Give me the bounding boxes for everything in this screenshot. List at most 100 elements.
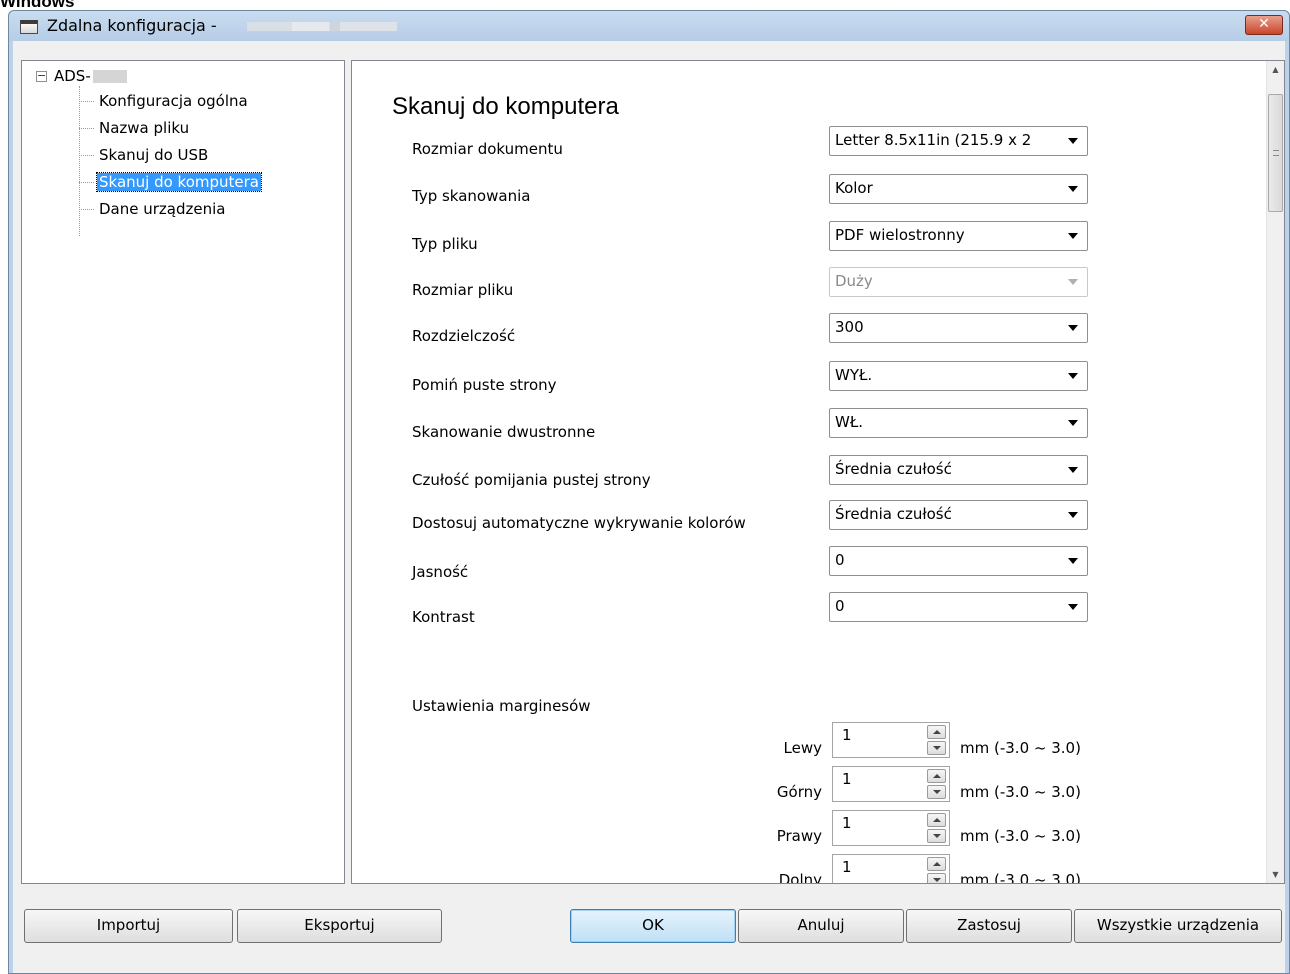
- dropdown-arrow-icon: [1068, 512, 1078, 518]
- tree-item-label: Skanuj do USB: [99, 146, 209, 164]
- scrollbar-thumb[interactable]: [1268, 94, 1283, 212]
- tree-item-label: Nazwa pliku: [99, 119, 190, 137]
- window-client-area: − ADS- Konfiguracja ogólna Nazwa pliku S…: [13, 41, 1285, 973]
- dropdown-arrow-icon: [1068, 467, 1078, 473]
- dropdown-value: 300: [835, 318, 864, 336]
- spinbox-value: 1: [842, 858, 852, 876]
- setting-label: Rozdzielczość: [412, 327, 516, 345]
- right-margin-spinbox[interactable]: 1: [832, 810, 950, 846]
- spinbox-value: 1: [842, 814, 852, 832]
- dropdown-value: 0: [835, 597, 845, 615]
- app-window-icon: [20, 20, 38, 34]
- collapse-icon[interactable]: −: [36, 70, 47, 82]
- top-margin-spinbox[interactable]: 1: [832, 766, 950, 802]
- dropdown-value: WŁ.: [835, 413, 864, 431]
- close-button[interactable]: ✕: [1245, 15, 1283, 35]
- export-button[interactable]: Eksportuj: [237, 909, 442, 943]
- remote-setup-window: Zdalna konfiguracja - ✕ − ADS- Konfigura…: [8, 10, 1290, 974]
- tree-item-file-name[interactable]: Nazwa pliku: [79, 118, 191, 140]
- panel-title: Skanuj do komputera: [392, 93, 619, 120]
- margin-range-unit: mm (-3.0 ~ 3.0): [960, 739, 1081, 757]
- blank-page-sensitivity-dropdown[interactable]: Średnia czułość: [829, 455, 1088, 485]
- settings-panel: Skanuj do komputera Rozmiar dokumentu Le…: [351, 60, 1285, 884]
- dropdown-arrow-icon: [1068, 138, 1078, 144]
- dropdown-value: Letter 8.5x11in (215.9 x 2: [835, 131, 1032, 149]
- setting-label: Rozmiar pliku: [412, 281, 514, 299]
- scroll-up-icon[interactable]: ▲: [1267, 61, 1284, 78]
- dropdown-arrow-icon: [1068, 186, 1078, 192]
- tree-root-label: ADS-: [54, 67, 91, 85]
- dropdown-arrow-icon: [1068, 604, 1078, 610]
- all-devices-button[interactable]: Wszystkie urządzenia: [1074, 909, 1282, 943]
- spinbox-value: 1: [842, 770, 852, 788]
- file-type-dropdown[interactable]: PDF wielostronny: [829, 221, 1088, 251]
- setting-label: Jasność: [412, 563, 469, 581]
- tree-item-general-setup[interactable]: Konfiguracja ogólna: [79, 91, 250, 113]
- dropdown-value: Duży: [835, 272, 873, 290]
- tree-item-label: Dane urządzenia: [99, 200, 226, 218]
- dropdown-arrow-icon: [1068, 373, 1078, 379]
- bottom-margin-spinbox[interactable]: 1: [832, 854, 950, 883]
- setting-label: Dostosuj automatyczne wykrywanie kolorów: [412, 514, 746, 532]
- resolution-dropdown[interactable]: 300: [829, 313, 1088, 343]
- document-size-dropdown[interactable]: Letter 8.5x11in (215.9 x 2: [829, 126, 1088, 156]
- tree-item-scan-to-usb[interactable]: Skanuj do USB: [79, 145, 210, 167]
- tree-root[interactable]: ADS-: [54, 67, 127, 85]
- margin-settings-heading: Ustawienia marginesów: [412, 697, 591, 715]
- settings-tree: − ADS- Konfiguracja ogólna Nazwa pliku S…: [21, 60, 345, 884]
- contrast-dropdown[interactable]: 0: [829, 592, 1088, 622]
- spin-down-icon[interactable]: [927, 741, 946, 755]
- dropdown-value: Kolor: [835, 179, 873, 197]
- tree-item-scan-to-pc[interactable]: Skanuj do komputera: [79, 172, 262, 194]
- spinbox-value: 1: [842, 726, 852, 744]
- dropdown-arrow-icon: [1068, 420, 1078, 426]
- setting-label: Typ pliku: [412, 235, 478, 253]
- dropdown-arrow-icon: [1068, 233, 1078, 239]
- margin-label: Górny: [776, 783, 822, 801]
- margin-range-unit: mm (-3.0 ~ 3.0): [960, 871, 1081, 884]
- grip-icon: [1273, 150, 1279, 156]
- margin-label: Dolny: [778, 871, 822, 884]
- setting-label: Czułość pomijania pustej strony: [412, 471, 651, 489]
- dropdown-arrow-icon: [1068, 325, 1078, 331]
- duplex-scan-dropdown[interactable]: WŁ.: [829, 408, 1088, 438]
- spin-down-icon[interactable]: [927, 785, 946, 799]
- brightness-dropdown[interactable]: 0: [829, 546, 1088, 576]
- dropdown-value: WYŁ.: [835, 366, 873, 384]
- left-margin-spinbox[interactable]: 1: [832, 722, 950, 758]
- redacted-model-name: [92, 70, 127, 83]
- dropdown-arrow-icon: [1068, 279, 1078, 285]
- setting-label: Typ skanowania: [412, 187, 531, 205]
- tree-item-machine-info[interactable]: Dane urządzenia: [79, 199, 227, 221]
- os-caption: Windows: [0, 0, 75, 11]
- spin-up-icon[interactable]: [927, 857, 946, 871]
- cancel-button[interactable]: Anuluj: [738, 909, 904, 943]
- spin-up-icon[interactable]: [927, 813, 946, 827]
- redacted-device-name: [247, 22, 397, 31]
- spin-down-icon[interactable]: [927, 829, 946, 843]
- dropdown-value: Średnia czułość: [835, 505, 952, 523]
- setting-label: Pomiń puste strony: [412, 376, 557, 394]
- auto-color-detect-dropdown[interactable]: Średnia czułość: [829, 500, 1088, 530]
- margin-label: Prawy: [776, 827, 822, 845]
- title-bar[interactable]: Zdalna konfiguracja - ✕: [9, 11, 1289, 41]
- setting-label: Skanowanie dwustronne: [412, 423, 596, 441]
- file-size-dropdown: Duży: [829, 267, 1088, 297]
- window-title: Zdalna konfiguracja -: [47, 16, 217, 35]
- scroll-down-icon[interactable]: ▼: [1267, 866, 1284, 883]
- spin-up-icon[interactable]: [927, 725, 946, 739]
- skip-blank-page-dropdown[interactable]: WYŁ.: [829, 361, 1088, 391]
- spin-up-icon[interactable]: [927, 769, 946, 783]
- dropdown-value: Średnia czułość: [835, 460, 952, 478]
- import-button[interactable]: Importuj: [24, 909, 233, 943]
- dropdown-arrow-icon: [1068, 558, 1078, 564]
- scan-type-dropdown[interactable]: Kolor: [829, 174, 1088, 204]
- spin-down-icon[interactable]: [927, 873, 946, 883]
- vertical-scrollbar[interactable]: ▲ ▼: [1266, 61, 1284, 883]
- ok-button[interactable]: OK: [570, 909, 736, 943]
- margin-label: Lewy: [783, 739, 822, 757]
- apply-button[interactable]: Zastosuj: [906, 909, 1072, 943]
- tree-item-label: Skanuj do komputera: [96, 172, 262, 192]
- tree-item-label: Konfiguracja ogólna: [99, 92, 248, 110]
- setting-label: Kontrast: [412, 608, 475, 626]
